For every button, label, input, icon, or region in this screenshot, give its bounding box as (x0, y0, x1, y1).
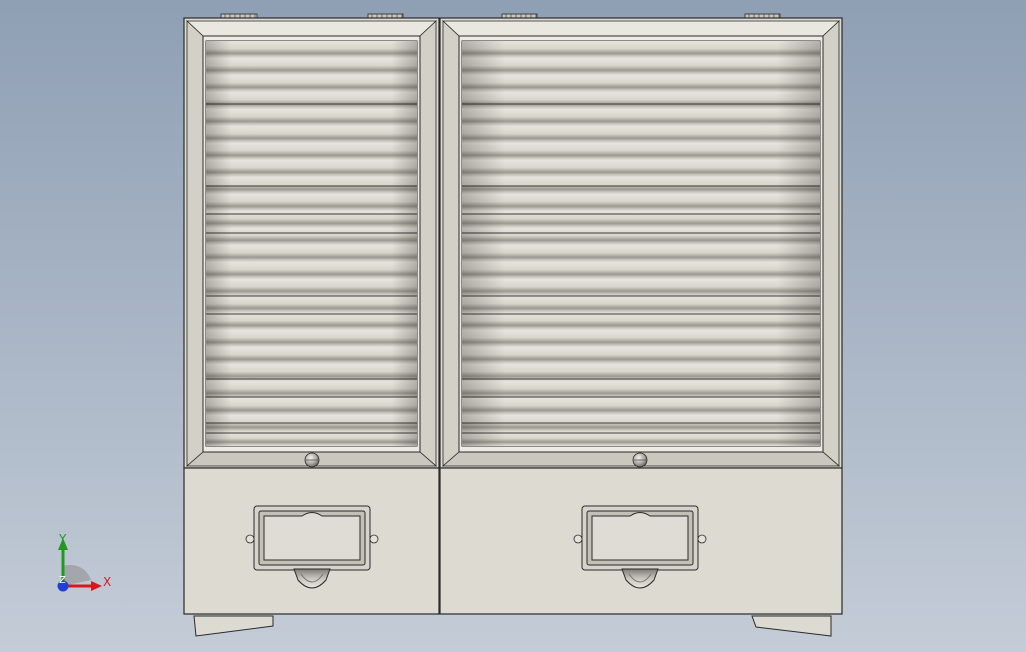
bay-right (439, 17, 843, 615)
frame-bevel-right (822, 20, 840, 467)
x-axis-label: X (103, 575, 112, 589)
frame-bevel-left (442, 20, 460, 467)
bay-left (183, 17, 440, 615)
frame-bevel-right (419, 20, 437, 467)
screw-icon (245, 534, 255, 544)
screw-icon (697, 534, 707, 544)
z-axis-label: Z (59, 575, 66, 586)
y-axis-label: Y (59, 532, 67, 546)
axis-triad: X Y Z (48, 528, 118, 598)
left-foot (193, 615, 274, 637)
frame-bevel-top (441, 20, 841, 37)
cabinet-model[interactable] (0, 0, 1026, 652)
label-holder-icon (245, 505, 379, 571)
shutter-shading (462, 41, 820, 446)
right-foot (751, 615, 832, 637)
screw-icon (369, 534, 379, 544)
frame-bevel-top (185, 20, 438, 37)
frame-bevel-left (186, 20, 204, 467)
screw-icon (573, 534, 583, 544)
label-holder-icon (573, 505, 707, 571)
3d-viewport[interactable]: X Y Z (0, 0, 1026, 652)
x-axis-arrow-icon (91, 581, 102, 591)
shutter-shading (206, 41, 417, 446)
